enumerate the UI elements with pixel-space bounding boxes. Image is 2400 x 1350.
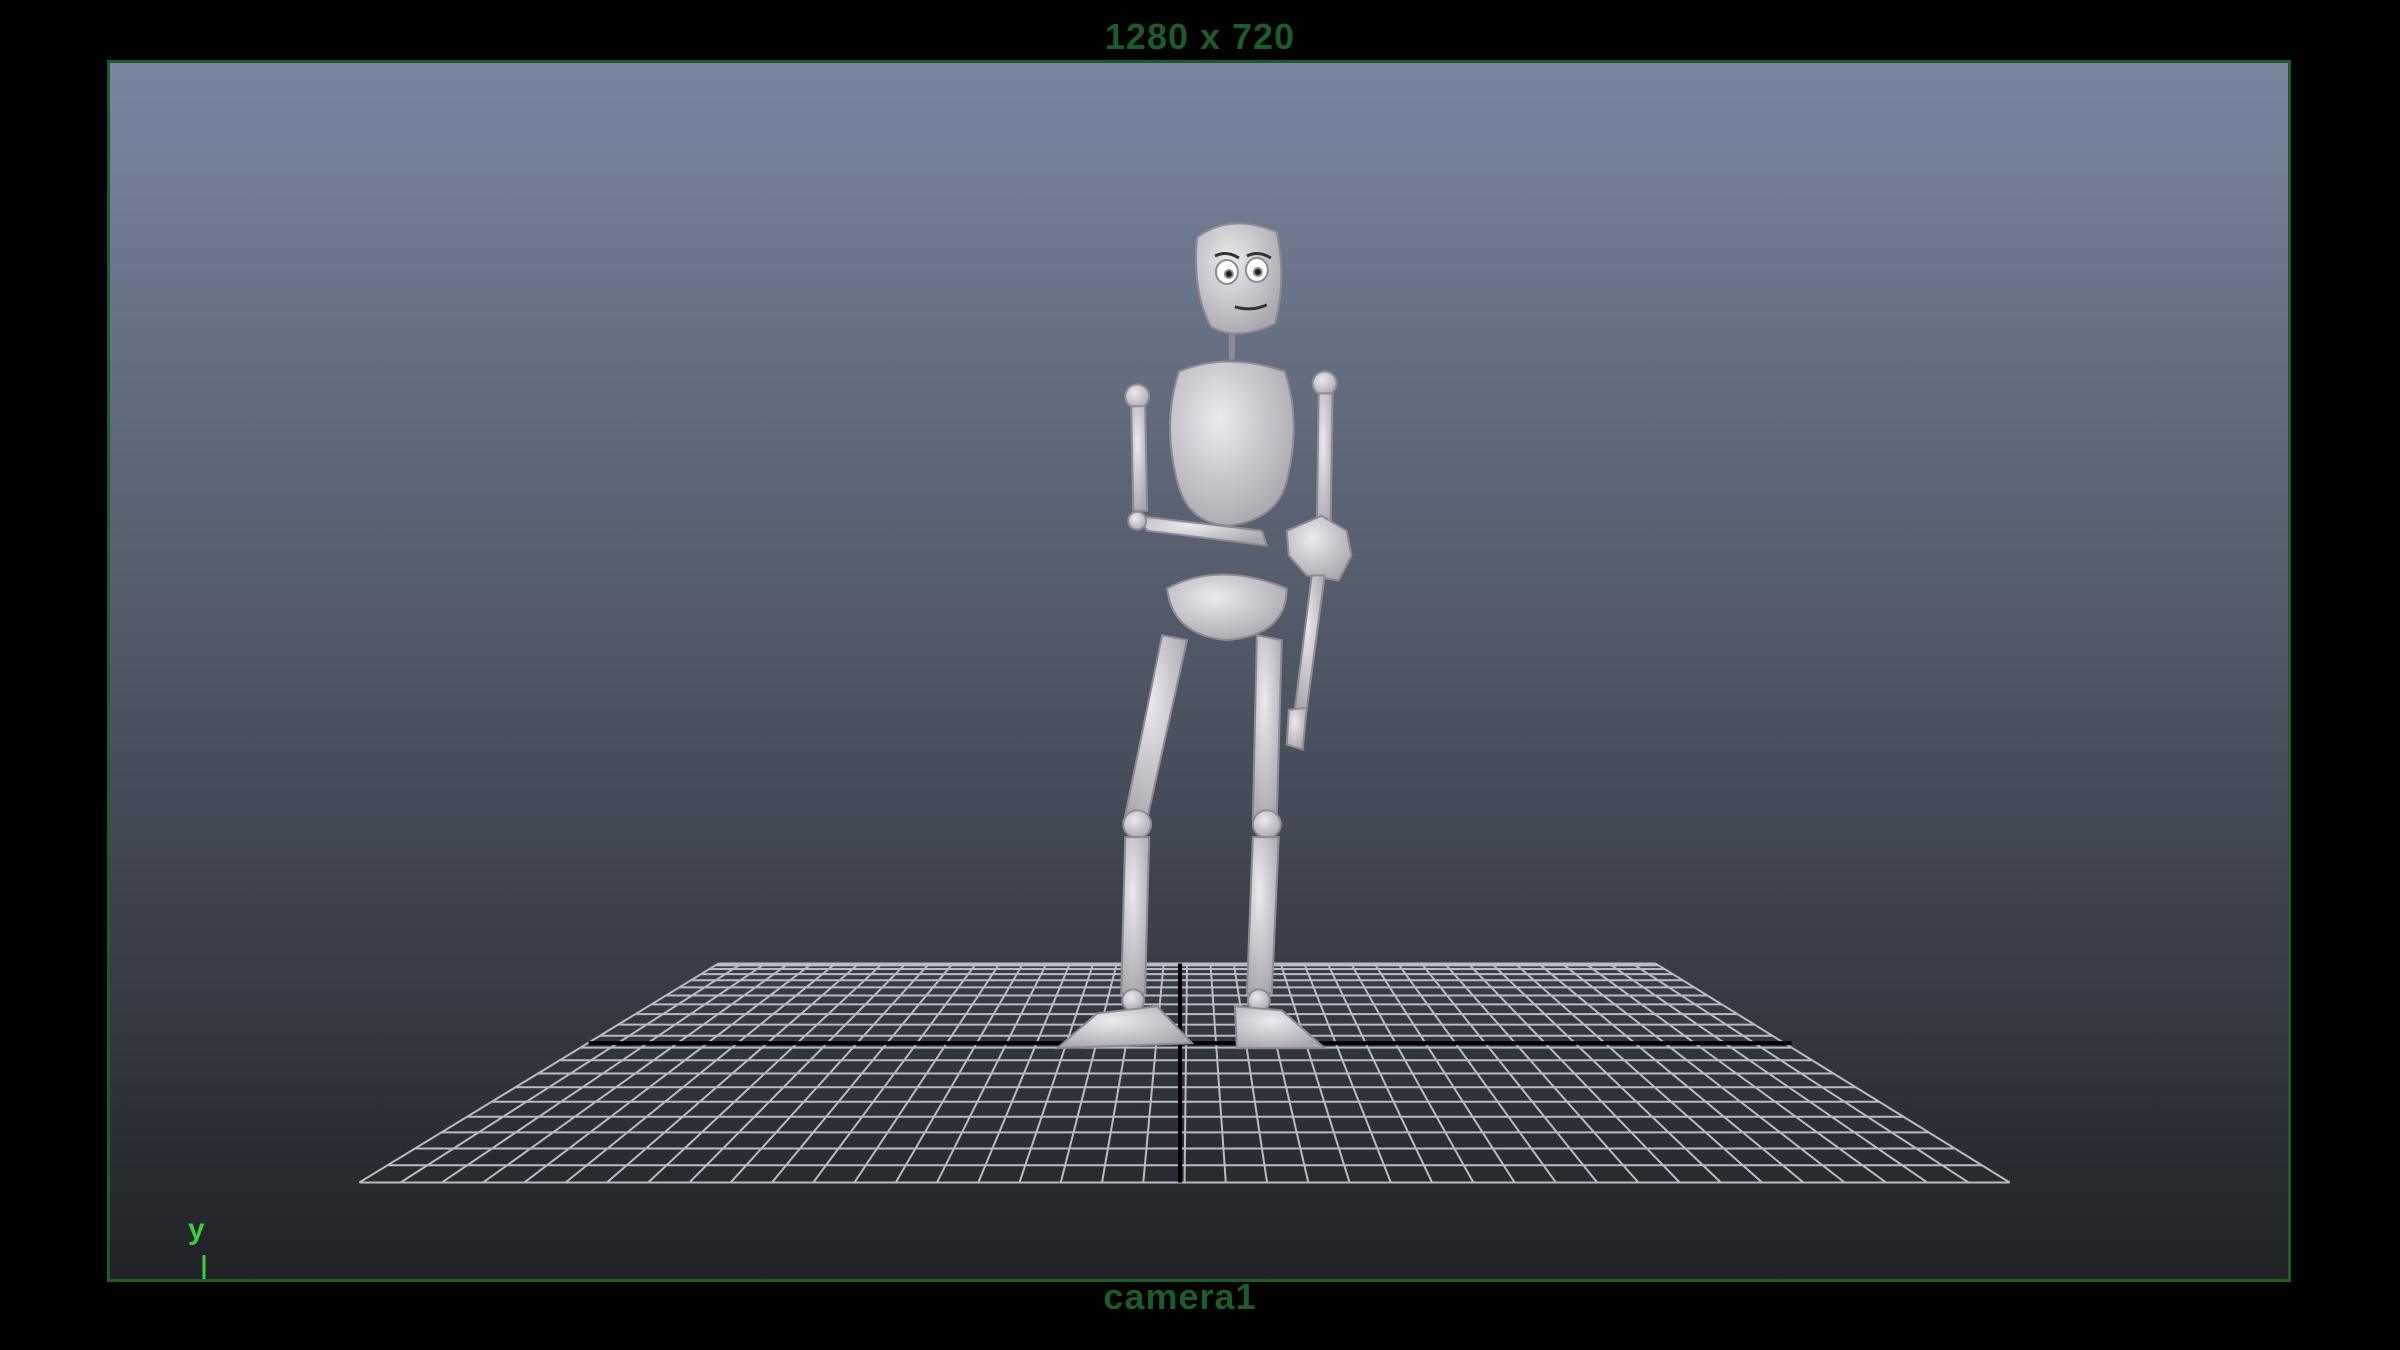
left-shin xyxy=(1120,836,1151,995)
left-knee xyxy=(1122,809,1153,840)
left-elbow xyxy=(1127,510,1148,531)
maya-viewport[interactable]: 1280 x 720 y camera1 xyxy=(0,0,2400,1350)
left-pupil xyxy=(1223,268,1234,279)
scene-render[interactable] xyxy=(110,63,2288,1279)
left-upper-arm xyxy=(1130,405,1149,512)
resolution-gate-label: 1280 x 720 xyxy=(1104,16,1296,57)
right-pupil xyxy=(1252,266,1263,277)
head xyxy=(1194,222,1283,335)
right-upper-arm xyxy=(1315,392,1334,532)
left-shoulder xyxy=(1124,383,1151,410)
right-fingers xyxy=(1285,706,1308,751)
right-knee xyxy=(1251,809,1282,840)
right-thigh xyxy=(1251,633,1283,821)
camera-name-label: camera1 xyxy=(1103,1276,1257,1317)
right-shoulder xyxy=(1311,370,1338,397)
resolution-gate-frame: y x xyxy=(107,60,2291,1282)
axis-gizmo: y x xyxy=(184,1213,284,1279)
axis-y-label: y xyxy=(188,1213,205,1246)
torso xyxy=(1169,360,1295,527)
